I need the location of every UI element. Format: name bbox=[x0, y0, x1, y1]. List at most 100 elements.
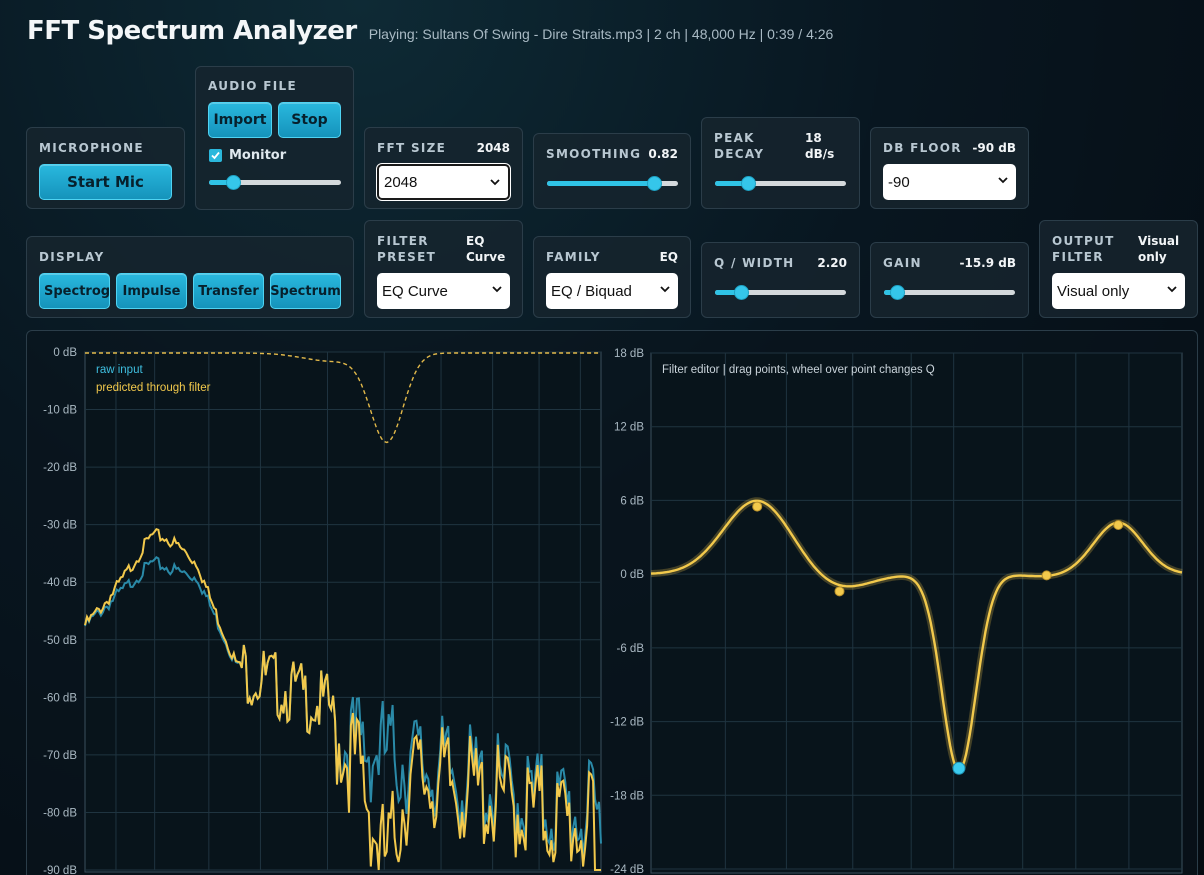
q-width-value: 2.20 bbox=[817, 256, 847, 270]
output-filter-selected: Visual only bbox=[1057, 282, 1130, 300]
monitor-volume-slider[interactable] bbox=[209, 175, 341, 190]
q-width-panel: Q / WIDTH 2.20 bbox=[701, 242, 860, 318]
filter-preset-value-line2: Curve bbox=[466, 250, 506, 264]
y-tick-label: -30 dB bbox=[43, 520, 77, 532]
slider-thumb[interactable] bbox=[734, 285, 750, 300]
filter-preset-selected: EQ Curve bbox=[382, 282, 448, 300]
eq-point[interactable] bbox=[834, 586, 845, 597]
filter-preset-panel: FILTER PRESET EQ Curve EQ Curve bbox=[364, 220, 523, 318]
eq-point[interactable] bbox=[1113, 520, 1124, 530]
output-filter-value-line1: Visual bbox=[1138, 234, 1180, 248]
peak-decay-label-line2: DECAY bbox=[714, 147, 765, 161]
check-icon bbox=[211, 151, 220, 160]
smoothing-panel: SMOOTHING 0.82 bbox=[533, 133, 691, 209]
peak-decay-value-line2: dB/s bbox=[805, 147, 835, 161]
gain-value: -15.9 dB bbox=[959, 256, 1016, 270]
filter-preset-label-line1: FILTER bbox=[377, 234, 429, 248]
chevron-down-icon bbox=[492, 286, 502, 293]
display-panel: DISPLAY Spectrogram Impulse Transfer Spe… bbox=[26, 236, 354, 318]
y-tick-label: 0 dB bbox=[620, 569, 644, 581]
peak-decay-label-line1: PEAK bbox=[714, 131, 755, 145]
smoothing-slider[interactable] bbox=[547, 176, 678, 191]
slider-fill bbox=[547, 181, 655, 186]
peak-decay-value-line1: 18 bbox=[805, 131, 822, 145]
y-tick-label: -20 dB bbox=[43, 462, 77, 474]
y-tick-label: -60 dB bbox=[43, 692, 77, 704]
plots-area: 0 dB -10 dB -20 dB -30 dB -40 dB -50 dB -60 dB… bbox=[26, 330, 1198, 875]
audio-file-panel: AUDIO FILE Import Stop Monitor bbox=[195, 66, 354, 210]
display-label: DISPLAY bbox=[39, 250, 105, 264]
monitor-checkbox[interactable] bbox=[209, 149, 222, 162]
display-spectrum-button[interactable]: Spectrum bbox=[270, 273, 341, 309]
output-filter-select[interactable]: Visual only bbox=[1052, 273, 1185, 309]
output-filter-label-line2: FILTER bbox=[1052, 250, 1104, 264]
header: FFT Spectrum Analyzer Playing: Sultans O… bbox=[27, 16, 833, 46]
filter-preset-value-line1: EQ bbox=[466, 234, 485, 248]
output-filter-label-line1: OUTPUT bbox=[1052, 234, 1115, 248]
family-select[interactable]: EQ / Biquad bbox=[546, 273, 678, 309]
legend-filtered: predicted through filter bbox=[96, 382, 211, 394]
gain-slider[interactable] bbox=[884, 285, 1015, 300]
fft-size-select[interactable]: 2048 bbox=[377, 164, 510, 200]
y-tick-label: -50 dB bbox=[43, 635, 77, 647]
q-width-slider[interactable] bbox=[715, 285, 846, 300]
start-mic-button[interactable]: Start Mic bbox=[39, 164, 172, 200]
smoothing-value: 0.82 bbox=[648, 147, 678, 161]
q-width-label: Q / WIDTH bbox=[714, 256, 795, 270]
y-tick-label: 12 dB bbox=[614, 422, 644, 434]
output-filter-value-line2: only bbox=[1138, 250, 1167, 264]
filter-editor-caption: Filter editor | drag points, wheel over … bbox=[662, 364, 935, 376]
filter-editor-plot[interactable]: 18 dB 12 dB 6 dB 0 dB -6 dB -12 dB -18 dB -24 d… bbox=[610, 348, 1183, 875]
stop-button[interactable]: Stop bbox=[278, 102, 341, 138]
gain-panel: GAIN -15.9 dB bbox=[870, 242, 1029, 318]
slider-thumb[interactable] bbox=[740, 176, 756, 191]
now-playing-status: Playing: Sultans Of Swing - Dire Straits… bbox=[368, 26, 834, 42]
eq-point[interactable] bbox=[752, 501, 763, 512]
y-tick-label: -10 dB bbox=[43, 405, 77, 417]
family-selected: EQ / Biquad bbox=[551, 282, 632, 300]
peak-decay-panel: PEAK DECAY 18 dB/s bbox=[701, 117, 860, 209]
y-tick-label: -90 dB bbox=[43, 865, 77, 875]
display-transfer-button[interactable]: Transfer bbox=[193, 273, 264, 309]
db-floor-panel: DB FLOOR -90 dB -90 bbox=[870, 127, 1029, 209]
chevron-down-icon bbox=[660, 286, 670, 293]
db-floor-select[interactable]: -90 bbox=[883, 164, 1016, 200]
y-tick-label: 6 dB bbox=[620, 495, 644, 507]
output-filter-panel: OUTPUT FILTER Visual only Visual only bbox=[1039, 220, 1198, 318]
y-tick-label: -70 dB bbox=[43, 750, 77, 762]
db-floor-value: -90 dB bbox=[972, 141, 1016, 155]
smoothing-label: SMOOTHING bbox=[546, 147, 642, 161]
display-impulse-button[interactable]: Impulse bbox=[116, 273, 187, 309]
audio-file-label: AUDIO FILE bbox=[208, 79, 297, 93]
y-tick-label: -24 dB bbox=[610, 864, 644, 875]
fft-size-value: 2048 bbox=[476, 141, 510, 155]
chevron-down-icon bbox=[490, 179, 500, 186]
legend-raw-input: raw input bbox=[96, 364, 143, 376]
slider-thumb[interactable] bbox=[647, 176, 663, 191]
eq-point-selected[interactable] bbox=[952, 761, 966, 775]
y-tick-label: -80 dB bbox=[43, 807, 77, 819]
y-tick-label: -18 dB bbox=[610, 790, 644, 802]
import-button[interactable]: Import bbox=[208, 102, 272, 138]
display-spectrogram-button[interactable]: Spectrogram bbox=[39, 273, 110, 309]
db-floor-label: DB FLOOR bbox=[883, 141, 962, 155]
filter-preset-label-line2: PRESET bbox=[377, 250, 437, 264]
monitor-label: Monitor bbox=[229, 148, 287, 163]
filter-preset-select[interactable]: EQ Curve bbox=[377, 273, 510, 309]
slider-thumb[interactable] bbox=[890, 285, 906, 300]
family-label: FAMILY bbox=[546, 250, 601, 264]
y-tick-label: -40 dB bbox=[43, 577, 77, 589]
chevron-down-icon bbox=[998, 177, 1008, 184]
spectrum-plot: 0 dB -10 dB -20 dB -30 dB -40 dB -50 dB -60 dB… bbox=[43, 347, 602, 875]
fft-size-selected: 2048 bbox=[384, 173, 418, 191]
app-title: FFT Spectrum Analyzer bbox=[27, 16, 357, 46]
fft-size-panel: FFT SIZE 2048 2048 bbox=[364, 127, 523, 209]
eq-point[interactable] bbox=[1041, 570, 1052, 581]
peak-decay-slider[interactable] bbox=[715, 176, 846, 191]
y-tick-label: 0 dB bbox=[53, 347, 77, 359]
family-value: EQ bbox=[659, 250, 678, 264]
chevron-down-icon bbox=[1167, 286, 1177, 293]
y-tick-label: 18 dB bbox=[614, 348, 644, 360]
slider-thumb[interactable] bbox=[225, 175, 241, 190]
y-tick-label: -6 dB bbox=[617, 643, 645, 655]
